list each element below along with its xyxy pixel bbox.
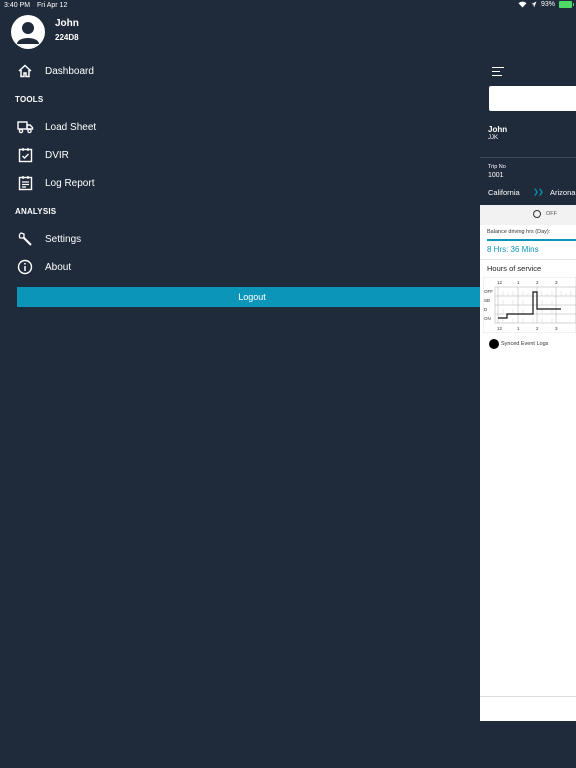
calendar-list-icon (16, 174, 34, 192)
user-icon (17, 22, 39, 44)
battery-icon (559, 1, 574, 8)
trip-label: Trip No (488, 164, 506, 170)
section-title-tools: TOOLS (15, 95, 44, 104)
duty-status-label: OFF (546, 211, 557, 217)
menu-label-log-report: Log Report (45, 177, 95, 189)
hos-row-label: OFF (484, 289, 493, 294)
hos-row-label: ON (484, 316, 491, 321)
trip-number: 1001 (488, 172, 504, 179)
menu-item-log-report[interactable]: Log Report (16, 173, 94, 193)
wifi-icon (518, 1, 527, 8)
menu-item-about[interactable]: About (16, 257, 71, 277)
duty-status-radio[interactable] (533, 210, 541, 218)
balance-underline (487, 239, 576, 241)
hos-graph[interactable]: 12 1 2 3 OFF SB D ON 12 1 2 3 (483, 277, 576, 333)
synced-event-logs-label[interactable]: Synced Event Logs (501, 341, 548, 347)
clipboard-check-icon (16, 146, 34, 164)
user-id: 224D8 (55, 33, 79, 42)
dashboard-panel[interactable]: John JJK Trip No 1001 California ❯❯ Ariz… (480, 50, 576, 721)
logout-button[interactable]: Logout (17, 287, 487, 307)
balance-label: Balance driving hrs (Day): (487, 229, 551, 235)
divider (480, 259, 576, 260)
status-date: Fri Apr 12 (37, 2, 68, 9)
divider (480, 696, 576, 697)
hos-hour-label: 12 (497, 280, 503, 285)
section-title-analysis: ANALYSIS (15, 207, 57, 216)
menu-item-settings[interactable]: Settings (16, 229, 81, 249)
location-icon (531, 1, 537, 8)
search-input[interactable] (489, 86, 576, 111)
divider (480, 157, 576, 158)
home-icon (16, 62, 34, 80)
menu-label-dvir: DVIR (45, 149, 69, 161)
menu-item-load-sheet[interactable]: Load Sheet (16, 117, 96, 137)
wrench-icon (16, 230, 34, 248)
driver-name: John (488, 125, 508, 134)
info-icon (16, 258, 34, 276)
status-icons: 93% (518, 1, 574, 8)
menu-label-settings: Settings (45, 233, 82, 245)
double-chevron-right-icon: ❯❯ (533, 189, 544, 196)
trip-origin: California (488, 188, 520, 197)
sync-status-indicator (489, 339, 499, 349)
avatar[interactable] (11, 15, 45, 49)
status-time: 3:40 PM (4, 2, 31, 9)
menu-label-about: About (45, 261, 72, 273)
user-name: John (55, 18, 79, 29)
truck-icon (16, 118, 34, 136)
hos-hour-label: 12 (497, 326, 503, 331)
status-bar: 3:40 PM Fri Apr 12 93% (0, 0, 576, 12)
menu-icon[interactable] (492, 67, 504, 76)
menu-label-load-sheet: Load Sheet (45, 121, 97, 133)
menu-item-dvir[interactable]: DVIR (16, 145, 69, 165)
driver-code: JJK (488, 135, 499, 141)
hos-row-label: SB (484, 298, 490, 303)
menu-label-dashboard: Dashboard (45, 65, 94, 77)
battery-percent: 93% (540, 1, 555, 8)
menu-item-dashboard[interactable]: Dashboard (16, 61, 94, 81)
panel-header: John JJK Trip No 1001 California ❯❯ Ariz… (480, 50, 576, 205)
duty-status-row[interactable]: OFF (480, 205, 576, 225)
trip-destination: Arizona (550, 188, 576, 197)
hos-title: Hours of service (487, 264, 542, 273)
balance-value: 8 Hrs: 36 Mins (487, 245, 539, 254)
